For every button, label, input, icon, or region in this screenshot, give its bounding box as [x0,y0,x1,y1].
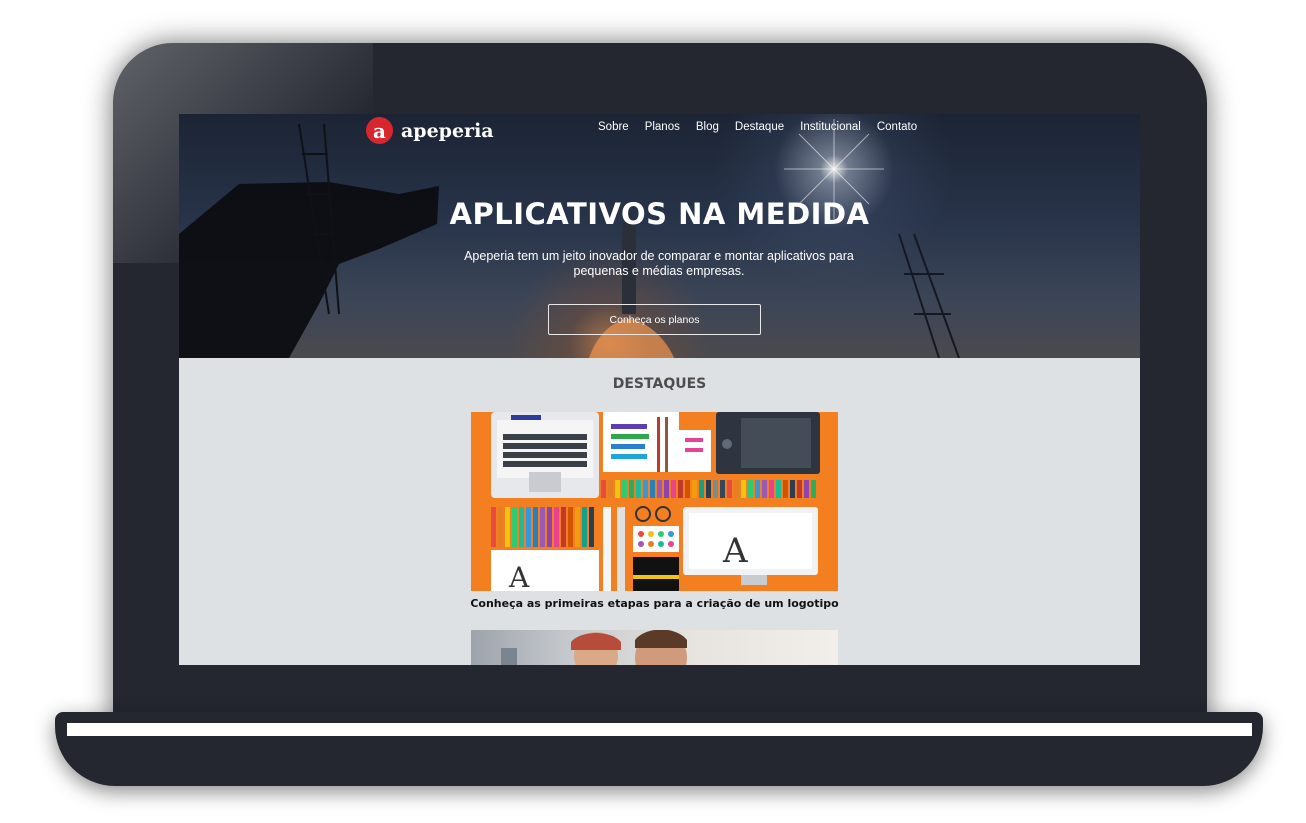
highlight-card-image[interactable]: A A [471,412,838,591]
laptop-frame: a apeperia Sobre Planos Blog Destaque In… [0,0,1306,823]
brand-logo[interactable]: a apeperia [366,117,494,144]
logo-wordmark: apeperia [401,119,494,142]
main-nav: Sobre Planos Blog Destaque Institucional… [598,121,933,133]
nav-item-institucional[interactable]: Institucional [800,121,861,133]
highlights-title: DESTAQUES [612,376,707,392]
laptop-screen[interactable]: a apeperia Sobre Planos Blog Destaque In… [179,114,1140,665]
logo-mark-icon: a [366,117,393,144]
nav-item-destaque[interactable]: Destaque [735,121,784,133]
laptop-base-highlight [67,723,1252,736]
hero-banner: a apeperia Sobre Planos Blog Destaque In… [179,114,1140,358]
nav-item-contato[interactable]: Contato [877,121,917,133]
nav-item-blog[interactable]: Blog [696,121,719,133]
svg-text:A: A [508,561,530,591]
highlight-card-image-2[interactable] [471,630,838,665]
hero-title: APLICATIVOS NA MEDIDA [449,197,870,231]
see-plans-button[interactable]: Conheça os planos [548,304,761,335]
svg-text:A: A [722,531,748,571]
hero-subtitle: Apeperia tem um jeito inovador de compar… [464,249,854,278]
designer-desk-illustration: A A [491,412,820,591]
people-photo [501,630,687,665]
highlight-card-title[interactable]: Conheça as primeiras etapas para a criaç… [399,597,910,610]
nav-item-planos[interactable]: Planos [645,121,680,133]
nav-item-sobre[interactable]: Sobre [598,121,629,133]
